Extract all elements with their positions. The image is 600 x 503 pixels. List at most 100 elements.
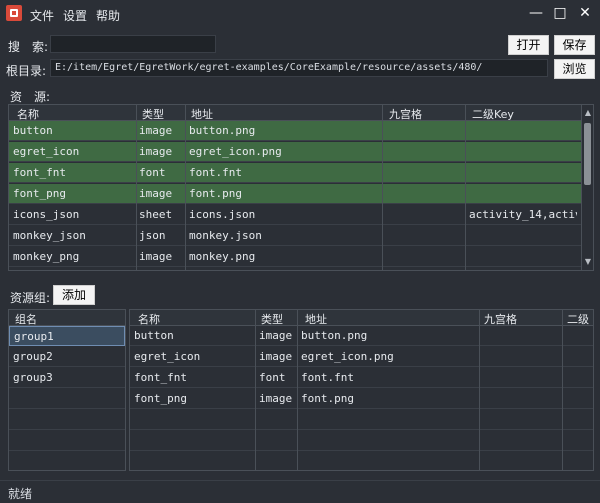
root-dir-label: 根目录: (6, 64, 47, 78)
list-item[interactable]: group1 (9, 326, 125, 346)
browse-button[interactable]: 浏览 (554, 59, 595, 79)
col-url[interactable]: 地址 (305, 311, 327, 327)
cell-type: sheet (139, 208, 173, 221)
column-divider (136, 105, 137, 270)
empty-row (130, 410, 593, 430)
group-name: group3 (13, 371, 53, 384)
table-row[interactable]: font_png image font.png (9, 184, 593, 204)
cell-name: button (13, 124, 53, 137)
cell-url: font.fnt (301, 371, 354, 384)
cell-url: font.fnt (189, 166, 242, 179)
table-row[interactable]: button image button.png (130, 326, 593, 346)
table-row[interactable]: font_png image font.png (130, 389, 593, 409)
groups-label: 资源组: (10, 291, 51, 305)
cell-url: icons.json (189, 208, 256, 221)
col-type[interactable]: 类型 (142, 106, 164, 122)
group-name: group1 (14, 330, 54, 343)
table-row[interactable]: egret_icon image egret_icon.png (130, 347, 593, 367)
menu-help[interactable]: 帮助 (96, 7, 120, 24)
column-divider (382, 105, 383, 270)
status-text: 就绪 (8, 487, 33, 501)
cell-type: json (139, 229, 166, 242)
cell-type: font (259, 371, 286, 384)
col-nine-slice[interactable]: 九宫格 (389, 106, 422, 122)
cell-subkey: activity_14,activity_6 (469, 208, 577, 221)
menu-settings[interactable]: 设置 (63, 7, 87, 24)
cell-url: egret_icon.png (189, 145, 282, 158)
cell-name: button (134, 329, 174, 342)
empty-row (130, 452, 593, 470)
cell-name: egret_icon (13, 145, 80, 158)
root-path-input[interactable]: E:/item/Egret/EgretWork/egret-examples/C… (50, 59, 548, 77)
cell-url: egret_icon.png (301, 350, 394, 363)
scroll-down-icon[interactable]: ▼ (582, 256, 593, 268)
list-item[interactable]: group2 (9, 347, 125, 367)
save-button[interactable]: 保存 (554, 35, 595, 55)
cell-type: image (139, 145, 173, 158)
cell-name: font_png (13, 187, 66, 200)
resources-label: 资 源: (10, 90, 51, 104)
group-resources-header: 名称 类型 地址 九宫格 二级 (130, 310, 593, 326)
column-divider (255, 310, 256, 470)
column-divider (185, 105, 186, 270)
cell-type: image (139, 124, 173, 137)
cell-type: font (139, 166, 166, 179)
cell-type: image (259, 392, 293, 405)
search-label: 搜 索: (8, 40, 49, 54)
empty-row (9, 410, 125, 430)
open-button[interactable]: 打开 (508, 35, 549, 55)
cell-name: egret_icon (134, 350, 201, 363)
cell-type: image (139, 187, 173, 200)
col-name[interactable]: 名称 (17, 106, 39, 122)
title-bar: 文件 设置 帮助 — □ ✕ (0, 0, 600, 28)
menu-file[interactable]: 文件 (30, 7, 54, 24)
col-nine-slice[interactable]: 九宫格 (484, 311, 517, 327)
close-icon[interactable]: ✕ (575, 3, 595, 23)
empty-row (9, 389, 125, 409)
scroll-up-icon[interactable]: ▲ (582, 107, 593, 119)
table-row[interactable]: egret_icon image egret_icon.png (9, 142, 593, 162)
list-item[interactable]: group3 (9, 368, 125, 388)
col-subkey[interactable]: 二级Key (472, 106, 514, 122)
column-divider (562, 310, 563, 470)
col-type[interactable]: 类型 (261, 311, 283, 327)
cell-name: font_png (134, 392, 187, 405)
cell-name: monkey_png (13, 250, 80, 263)
table-row[interactable]: monkey_png image monkey.png (9, 247, 593, 267)
table-row[interactable]: font_fnt font font.fnt (9, 163, 593, 183)
column-divider (479, 310, 480, 470)
cell-name: font_fnt (134, 371, 187, 384)
table-row[interactable]: button image button.png (9, 121, 593, 141)
cell-url: font.png (301, 392, 354, 405)
cell-url: button.png (189, 124, 256, 137)
table-row[interactable]: icons_json sheet icons.json activity_14,… (9, 205, 593, 225)
cell-url: font.png (189, 187, 242, 200)
empty-row (9, 431, 125, 451)
cell-type: image (139, 250, 173, 263)
cell-type: image (259, 329, 293, 342)
cell-name: font_fnt (13, 166, 66, 179)
col-subkey[interactable]: 二级 (567, 311, 589, 327)
col-group-name[interactable]: 组名 (15, 311, 37, 327)
table-row[interactable]: font_fnt font font.fnt (130, 368, 593, 388)
search-input[interactable] (50, 35, 216, 53)
app-logo-icon (6, 5, 22, 21)
group-name: group2 (13, 350, 53, 363)
scroll-thumb[interactable] (584, 123, 591, 185)
status-bar: 就绪 (0, 480, 600, 503)
resources-table: 名称 类型 地址 九宫格 二级Key button image button.p… (8, 104, 594, 271)
maximize-icon[interactable]: □ (550, 3, 570, 23)
col-url[interactable]: 地址 (191, 106, 213, 122)
cell-url: monkey.png (189, 250, 256, 263)
groups-table-header: 组名 (9, 310, 125, 326)
add-group-button[interactable]: 添加 (53, 285, 95, 305)
resources-table-header: 名称 类型 地址 九宫格 二级Key (9, 105, 593, 121)
cell-url: button.png (301, 329, 368, 342)
col-name[interactable]: 名称 (138, 311, 160, 327)
minimize-icon[interactable]: — (526, 3, 546, 23)
column-divider (465, 105, 466, 270)
cell-url: monkey.json (189, 229, 262, 242)
column-divider (297, 310, 298, 470)
table-row[interactable]: monkey_json json monkey.json (9, 226, 593, 246)
resources-scrollbar[interactable]: ▲ ▼ (581, 105, 593, 270)
